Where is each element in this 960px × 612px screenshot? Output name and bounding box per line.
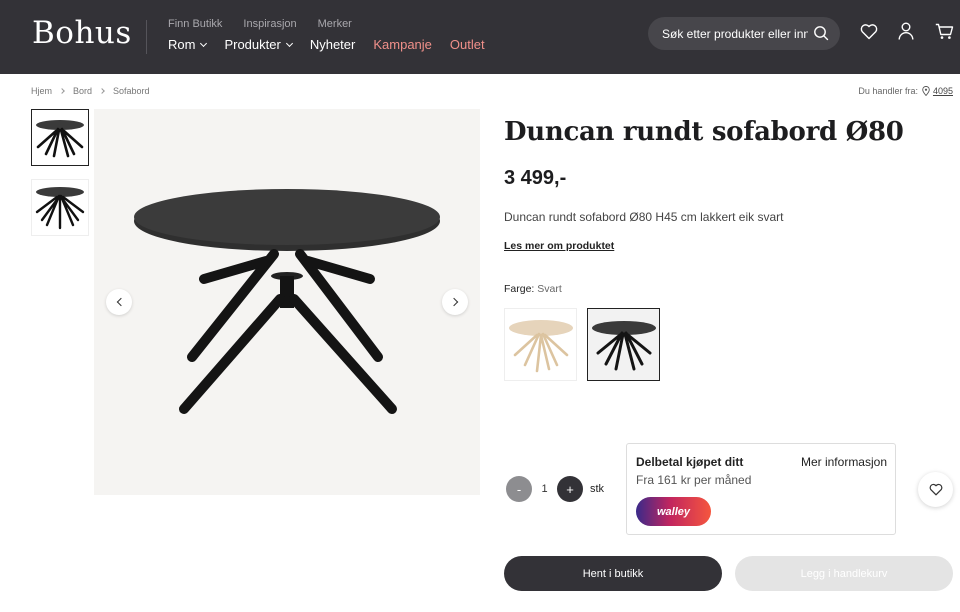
- chevron-down-icon: [200, 39, 208, 47]
- quantity-increase-button[interactable]: +: [557, 476, 583, 502]
- cart-icon[interactable]: [935, 23, 954, 45]
- financing-box: Delbetal kjøpet ditt Mer informasjon Fra…: [626, 443, 896, 535]
- table-thumbnail-image: [35, 187, 85, 230]
- quantity-input[interactable]: [532, 476, 557, 502]
- chevron-right-icon: [99, 88, 105, 94]
- table-product-image: [134, 189, 440, 414]
- location-zip-link[interactable]: 4095: [933, 86, 953, 96]
- walley-logo: walley: [636, 497, 711, 526]
- table-thumbnail-image: [36, 120, 84, 158]
- financing-more-info-link[interactable]: Mer informasjon: [801, 455, 887, 469]
- product-thumbnail[interactable]: [31, 109, 89, 166]
- read-more-link[interactable]: Les mer om produktet: [504, 240, 614, 252]
- breadcrumb-bord[interactable]: Bord: [73, 86, 92, 96]
- search-icon[interactable]: [813, 25, 829, 46]
- pickup-in-store-button[interactable]: Hent i butikk: [504, 556, 722, 591]
- breadcrumb: Hjem Bord Sofabord: [31, 86, 150, 96]
- add-to-wishlist-button[interactable]: [918, 472, 953, 507]
- chevron-right-icon: [449, 297, 458, 307]
- product-description: Duncan rundt sofabord Ø80 H45 cm lakkert…: [504, 210, 784, 224]
- site-header: Bohus Finn Butikk Inspirasjon Merker Rom…: [0, 0, 960, 74]
- chevron-left-icon: [116, 297, 125, 307]
- location-pin-icon: [922, 86, 930, 96]
- main-nav: Rom Produkter Nyheter Kampanje Outlet: [168, 37, 503, 52]
- secondary-nav: Finn Butikk Inspirasjon Merker: [168, 18, 373, 30]
- breadcrumb-home[interactable]: Hjem: [31, 86, 52, 96]
- site-logo[interactable]: Bohus: [32, 15, 132, 51]
- add-to-cart-button[interactable]: Legg i handlekurv: [735, 556, 953, 591]
- heart-icon: [929, 483, 942, 496]
- breadcrumb-sofabord[interactable]: Sofabord: [113, 86, 150, 96]
- nav-item-rom[interactable]: Rom: [168, 37, 208, 52]
- user-icon[interactable]: [898, 22, 914, 45]
- product-thumbnail[interactable]: [31, 179, 89, 236]
- location-label: Du handler fra:: [858, 86, 918, 96]
- store-location: Du handler fra: 4095: [858, 86, 953, 96]
- color-swatch-natural[interactable]: [504, 308, 577, 381]
- nav-item-produkter[interactable]: Produkter: [224, 37, 293, 52]
- financing-title: Delbetal kjøpet ditt: [636, 455, 744, 469]
- header-divider: [146, 20, 147, 54]
- nav-item-outlet[interactable]: Outlet: [450, 37, 485, 52]
- search-input[interactable]: [662, 26, 808, 41]
- chevron-right-icon: [59, 88, 65, 94]
- color-label: Farge:: [504, 283, 535, 295]
- heart-icon[interactable]: [860, 23, 878, 45]
- product-title: Duncan rundt sofabord Ø80: [504, 117, 904, 147]
- subnav-find-store[interactable]: Finn Butikk: [168, 18, 222, 30]
- nav-item-label: Rom: [168, 37, 196, 52]
- nav-item-label: Produkter: [224, 37, 281, 52]
- quantity-unit: stk: [590, 483, 605, 495]
- product-price: 3 499,-: [504, 167, 567, 189]
- product-main-image: [94, 109, 480, 495]
- nav-item-kampanje[interactable]: Kampanje: [373, 37, 432, 52]
- financing-monthly-price: Fra 161 kr per måned: [636, 473, 752, 487]
- next-image-button[interactable]: [442, 289, 468, 315]
- nav-item-nyheter[interactable]: Nyheter: [310, 37, 356, 52]
- subnav-inspiration[interactable]: Inspirasjon: [243, 18, 296, 30]
- chevron-down-icon: [285, 39, 293, 47]
- search-bar: [648, 17, 840, 50]
- color-value: Svart: [537, 283, 562, 295]
- color-swatch-black[interactable]: [587, 308, 660, 381]
- black-table-swatch-image: [592, 321, 656, 371]
- previous-image-button[interactable]: [106, 289, 132, 315]
- subnav-brands[interactable]: Merker: [318, 18, 352, 30]
- color-selector-label: Farge: Svart: [504, 283, 562, 295]
- quantity-decrease-button[interactable]: -: [506, 476, 532, 502]
- natural-table-swatch-image: [509, 320, 573, 373]
